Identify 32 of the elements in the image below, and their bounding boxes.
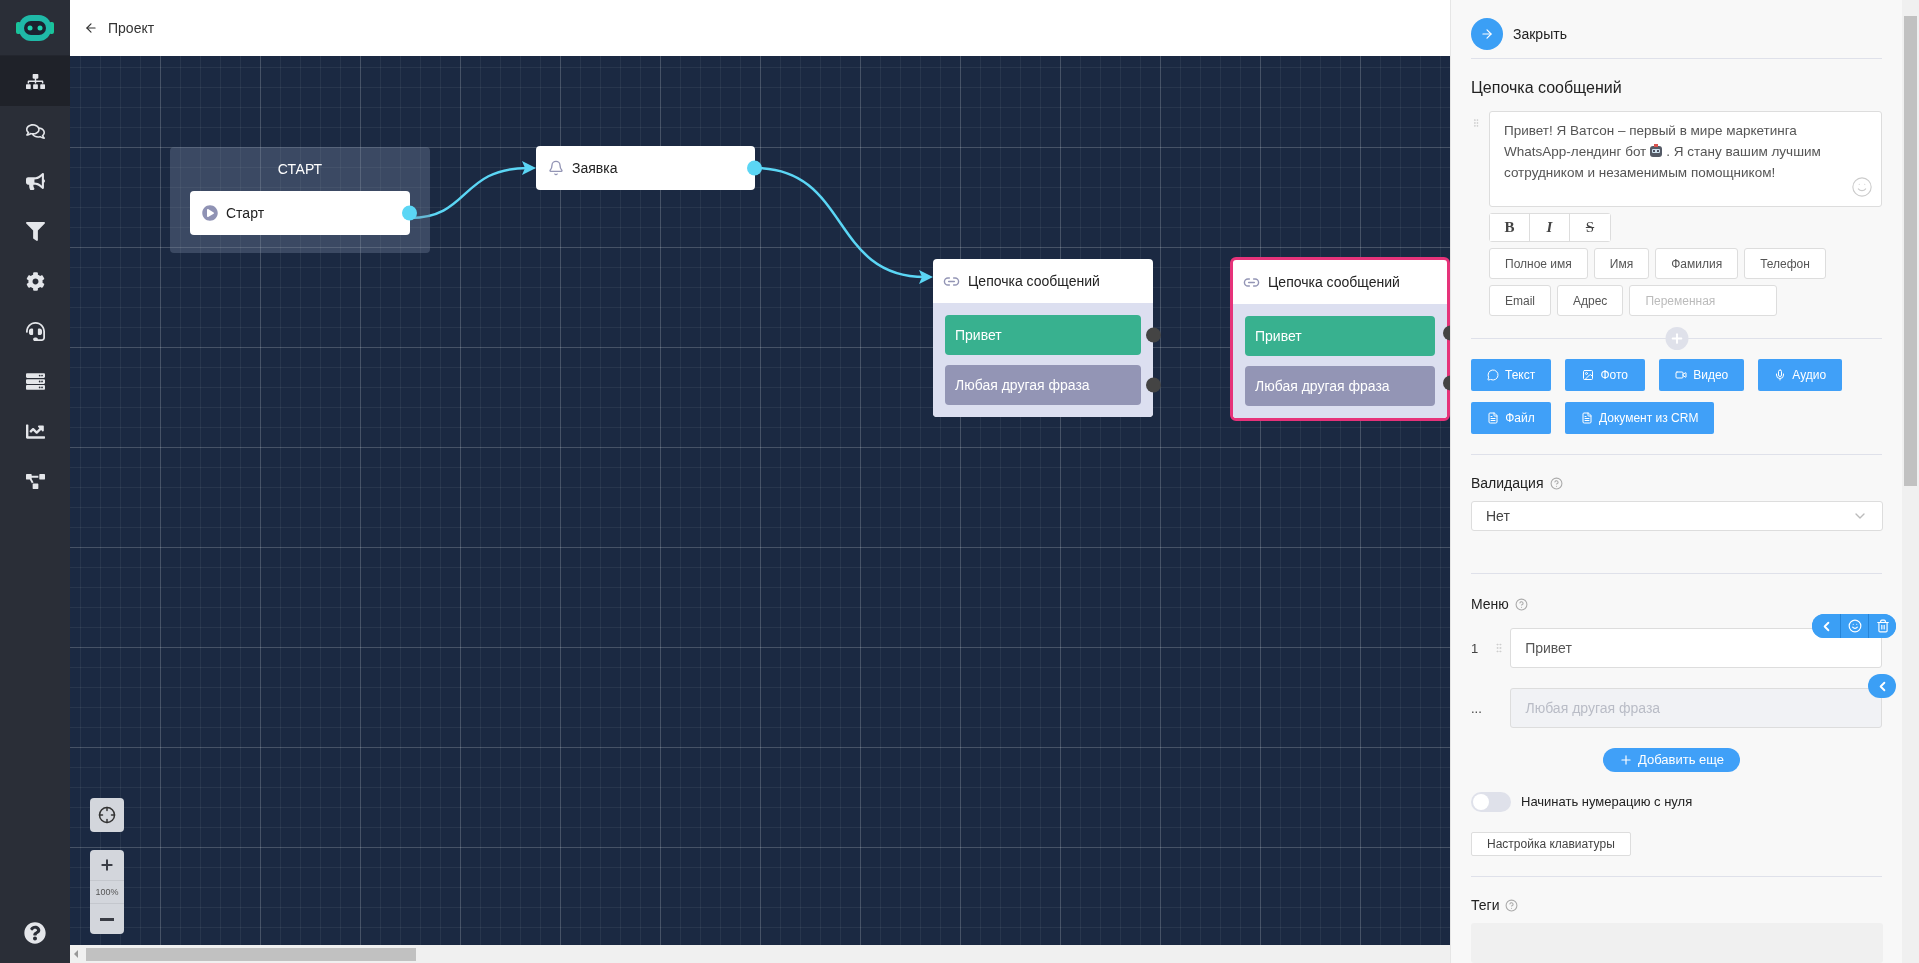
zoom-level: 100% — [90, 880, 124, 904]
message-chain-node[interactable]: Цепочка сообщений Привет Любая другая фраза — [1230, 257, 1450, 421]
variable-chip[interactable]: Фамилия — [1655, 248, 1739, 279]
variable-chip[interactable]: Адрес — [1557, 285, 1624, 316]
validation-select[interactable]: Нет — [1471, 501, 1883, 532]
node-title: Заявка — [572, 160, 618, 176]
format-button[interactable]: B — [1490, 214, 1530, 241]
section-title: Теги — [1471, 897, 1500, 913]
node-title: Цепочка сообщений — [968, 273, 1100, 289]
section-title: Меню — [1471, 596, 1509, 613]
variable-chip[interactable]: Полное имя — [1489, 248, 1588, 279]
item-number: ... — [1471, 700, 1483, 716]
node-title: Старт — [226, 205, 265, 221]
back-link[interactable]: Проект — [84, 20, 155, 36]
start-node[interactable]: Старт — [190, 191, 410, 235]
close-label: Закрыть — [1513, 26, 1567, 42]
section-title: Валидация — [1471, 475, 1544, 491]
variable-chip[interactable]: Email — [1489, 285, 1551, 316]
toggle-label: Начинать нумерацию с нуля — [1521, 794, 1693, 810]
keyboard-settings-button[interactable]: Настройка клавиатуры — [1471, 831, 1631, 856]
variable-input[interactable]: Переменная — [1629, 285, 1778, 316]
trigger-node[interactable]: Заявка — [536, 146, 755, 190]
flow-canvas[interactable]: СТАРТ Старт Заявка Цепочка сообщений Привет Любая другая фраза Цепочка сообщений Привет Любая другая фраза 100% — [70, 56, 1450, 945]
group-title: СТАРТ — [277, 161, 323, 177]
message-field[interactable]: Привет! Я Ватсон – первый в мире маркетинга WhatsApp-лендинг бот . Я стану вашим лучшим сотрудником и незаменимым помощником! — [1489, 111, 1882, 207]
menu-item-field[interactable]: Привет — [1510, 628, 1882, 669]
variable-chip[interactable]: Телефон — [1744, 248, 1826, 279]
item-number: 1 — [1471, 640, 1480, 656]
node-title: Цепочка сообщений — [1268, 274, 1400, 290]
variable-chip[interactable]: Имя — [1593, 248, 1650, 279]
select-value: Нет — [1486, 508, 1510, 525]
panel-title: Цепочка сообщений — [1471, 79, 1623, 97]
